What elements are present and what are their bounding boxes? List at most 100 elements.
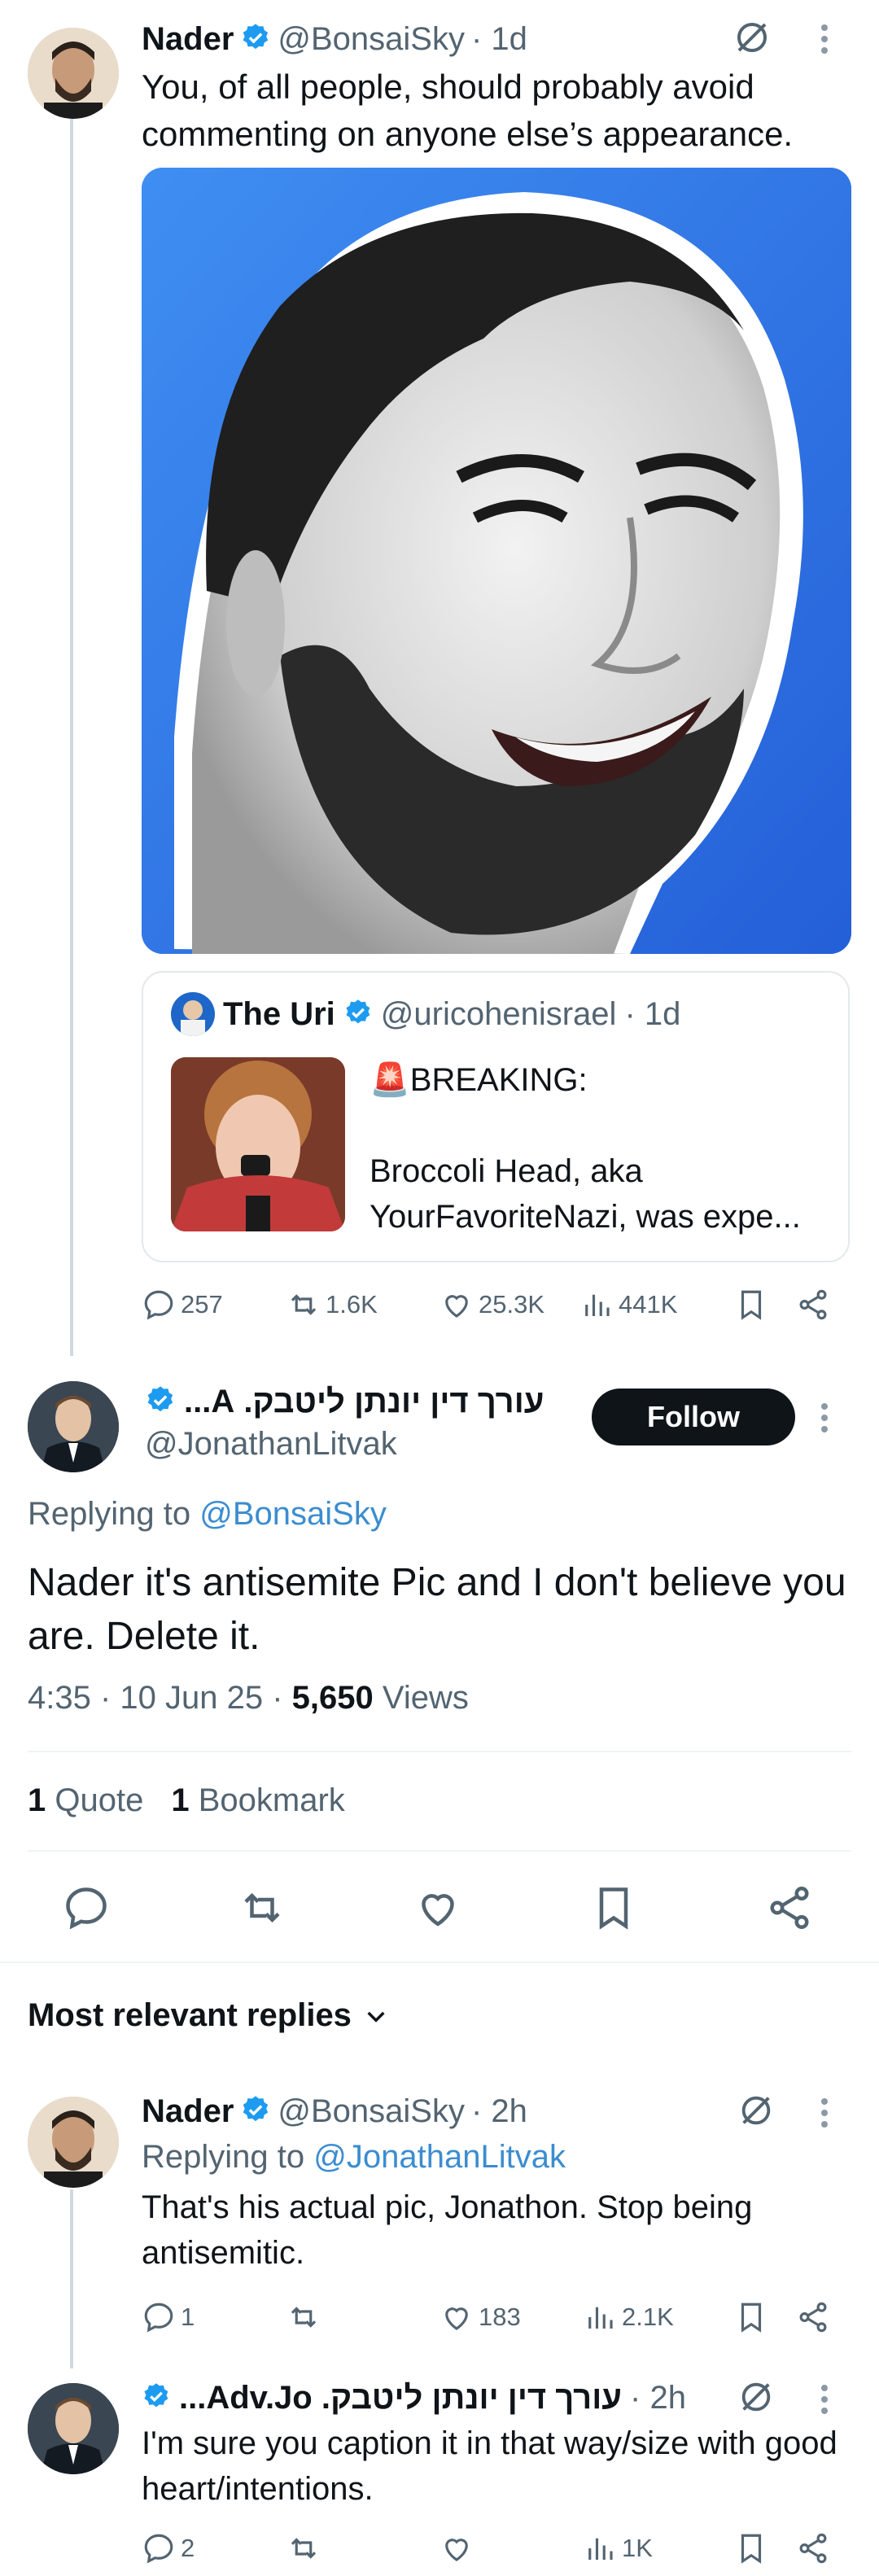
verified-badge-icon [240, 2094, 271, 2129]
reply-button[interactable]: 1 [142, 2300, 195, 2334]
author-name[interactable]: עורך דין יונתן ליטבק. Adv.Jo... [179, 2380, 622, 2416]
quote-card-header: The Uri @uricohenisrael · 1d [171, 992, 680, 1036]
reply-text: I'm sure you caption it in that way/size… [142, 2425, 837, 2507]
thread-line [70, 119, 73, 1356]
repost-button[interactable] [286, 2531, 321, 2565]
reply-count: 257 [181, 1290, 223, 1319]
reply-button[interactable]: 257 [142, 1288, 223, 1322]
replies-sort-dropdown[interactable]: Most relevant replies [28, 1997, 389, 2034]
post-time: · 2h [470, 2093, 527, 2129]
more-options-icon[interactable] [819, 1402, 830, 1438]
reply-count: 2 [181, 2534, 195, 2562]
bookmark-button[interactable] [734, 2300, 768, 2334]
avatar[interactable] [28, 1381, 119, 1472]
verified-badge-icon [240, 22, 271, 57]
share-button[interactable] [765, 1883, 814, 1936]
author-name[interactable]: Nader [142, 2093, 234, 2130]
grok-icon[interactable] [737, 2092, 775, 2133]
avatar [171, 992, 215, 1036]
views-count: 2.1K [622, 2303, 674, 2331]
repost-button[interactable] [238, 1883, 286, 1936]
author-handle[interactable]: @JonathanLitvak [145, 1426, 397, 1463]
views-button[interactable]: 441K [579, 1288, 677, 1322]
replying-label: Replying to [142, 2139, 305, 2175]
like-count: 25.3K [479, 1290, 545, 1319]
heart-icon [422, 1894, 454, 1927]
author-header: עורך דין יונתן ליטבק. A... [145, 1384, 544, 1420]
bookmark-count: 1 [171, 1782, 190, 1818]
views-button[interactable]: 1K [583, 2531, 653, 2565]
share-icon [799, 1289, 827, 1320]
views-button[interactable]: 2.1K [583, 2300, 674, 2334]
author-name[interactable]: Nader [142, 21, 234, 58]
share-button[interactable] [796, 1288, 830, 1322]
bookmark-icon [741, 1290, 762, 1320]
like-button[interactable] [440, 2531, 474, 2565]
author-handle[interactable]: @BonsaiSky [278, 21, 465, 58]
reply-icon [66, 1887, 107, 1930]
more-options-icon[interactable] [819, 2383, 830, 2420]
quote-label: Quote [55, 1782, 144, 1818]
author-handle[interactable]: @BonsaiSky [278, 2093, 465, 2130]
quote-line-1: 🚨BREAKING: [370, 1062, 588, 1098]
reply-header: עורך דין יונתן ליטבק. Adv.Jo... · 2h [142, 2375, 686, 2421]
bookmark-button[interactable] [734, 1288, 768, 1322]
post-meta: 4:35 · 10 Jun 25 · 5,650 Views [28, 1680, 469, 1717]
like-count: 183 [479, 2303, 521, 2331]
replying-to: Replying to @BonsaiSky [28, 1496, 387, 1533]
reply-button[interactable] [62, 1883, 111, 1936]
like-button[interactable]: 25.3K [440, 1288, 544, 1322]
verified-badge-icon [142, 2381, 171, 2415]
heart-icon [445, 2307, 468, 2330]
heart-icon [445, 2539, 468, 2561]
engagement-row: 1 Quote 1 Bookmark [28, 1782, 345, 1819]
like-button[interactable]: 183 [440, 2300, 521, 2334]
replies-header: Most relevant replies [28, 1997, 352, 2033]
quote-card[interactable]: The Uri @uricohenisrael · 1d 🚨BREAKING: … [142, 971, 850, 1262]
share-button[interactable] [796, 2531, 830, 2565]
share-icon [770, 1887, 809, 1929]
bookmark-icon [741, 2303, 762, 2333]
chevron-down-icon [367, 2011, 385, 2023]
avatar[interactable] [28, 2097, 119, 2188]
reply-text: That's his actual pic, Jonathon. Stop be… [142, 2189, 753, 2271]
quote-text: 🚨BREAKING: Broccoli Head, aka YourFavori… [370, 1057, 801, 1240]
quote-count: 1 [28, 1782, 46, 1818]
author-name[interactable]: עורך דין יונתן ליטבק. A... [184, 1384, 544, 1420]
post-timestamp[interactable]: 4:35 · 10 Jun 25 · [28, 1680, 283, 1716]
replying-label: Replying to [28, 1496, 191, 1532]
bookmark-button[interactable] [589, 1883, 638, 1936]
more-options-icon[interactable] [819, 23, 830, 59]
repost-button[interactable] [286, 2300, 321, 2334]
quote-line-2: Broccoli Head, aka [370, 1153, 643, 1189]
follow-button[interactable]: Follow [592, 1389, 795, 1445]
post-time: · 1d [470, 20, 527, 57]
quote-line-3: YourFavoriteNazi, was expe... [370, 1199, 801, 1235]
grok-icon[interactable] [737, 2378, 775, 2420]
avatar[interactable] [28, 28, 119, 119]
repost-icon [291, 2307, 317, 2328]
share-button[interactable] [796, 2300, 830, 2334]
share-icon [799, 2302, 827, 2333]
replying-handle-link[interactable]: @JonathanLitvak [313, 2139, 566, 2175]
replying-handle-link[interactable]: @BonsaiSky [199, 1496, 387, 1532]
repost-button[interactable]: 1.6K [286, 1288, 378, 1322]
more-options-icon[interactable] [819, 2097, 830, 2133]
post-image[interactable] [142, 168, 851, 954]
repost-icon [291, 1294, 317, 1315]
repost-icon [244, 1892, 280, 1923]
quotes-link[interactable]: 1 Quote [28, 1782, 143, 1819]
verified-badge-icon [343, 998, 373, 1031]
reply-button[interactable]: 2 [142, 2531, 195, 2565]
like-button[interactable] [413, 1883, 462, 1936]
verified-badge-icon [145, 1384, 176, 1419]
follow-label: Follow [647, 1400, 740, 1433]
bookmark-button[interactable] [734, 2531, 768, 2565]
avatar[interactable] [28, 2383, 119, 2474]
grok-icon[interactable] [732, 18, 772, 61]
views-label: Views [382, 1680, 469, 1716]
quote-thumbnail [171, 1057, 345, 1231]
bookmark-label: Bookmark [198, 1782, 345, 1818]
thread-line [70, 2189, 73, 2368]
bookmarks-link[interactable]: 1 Bookmark [171, 1782, 344, 1819]
